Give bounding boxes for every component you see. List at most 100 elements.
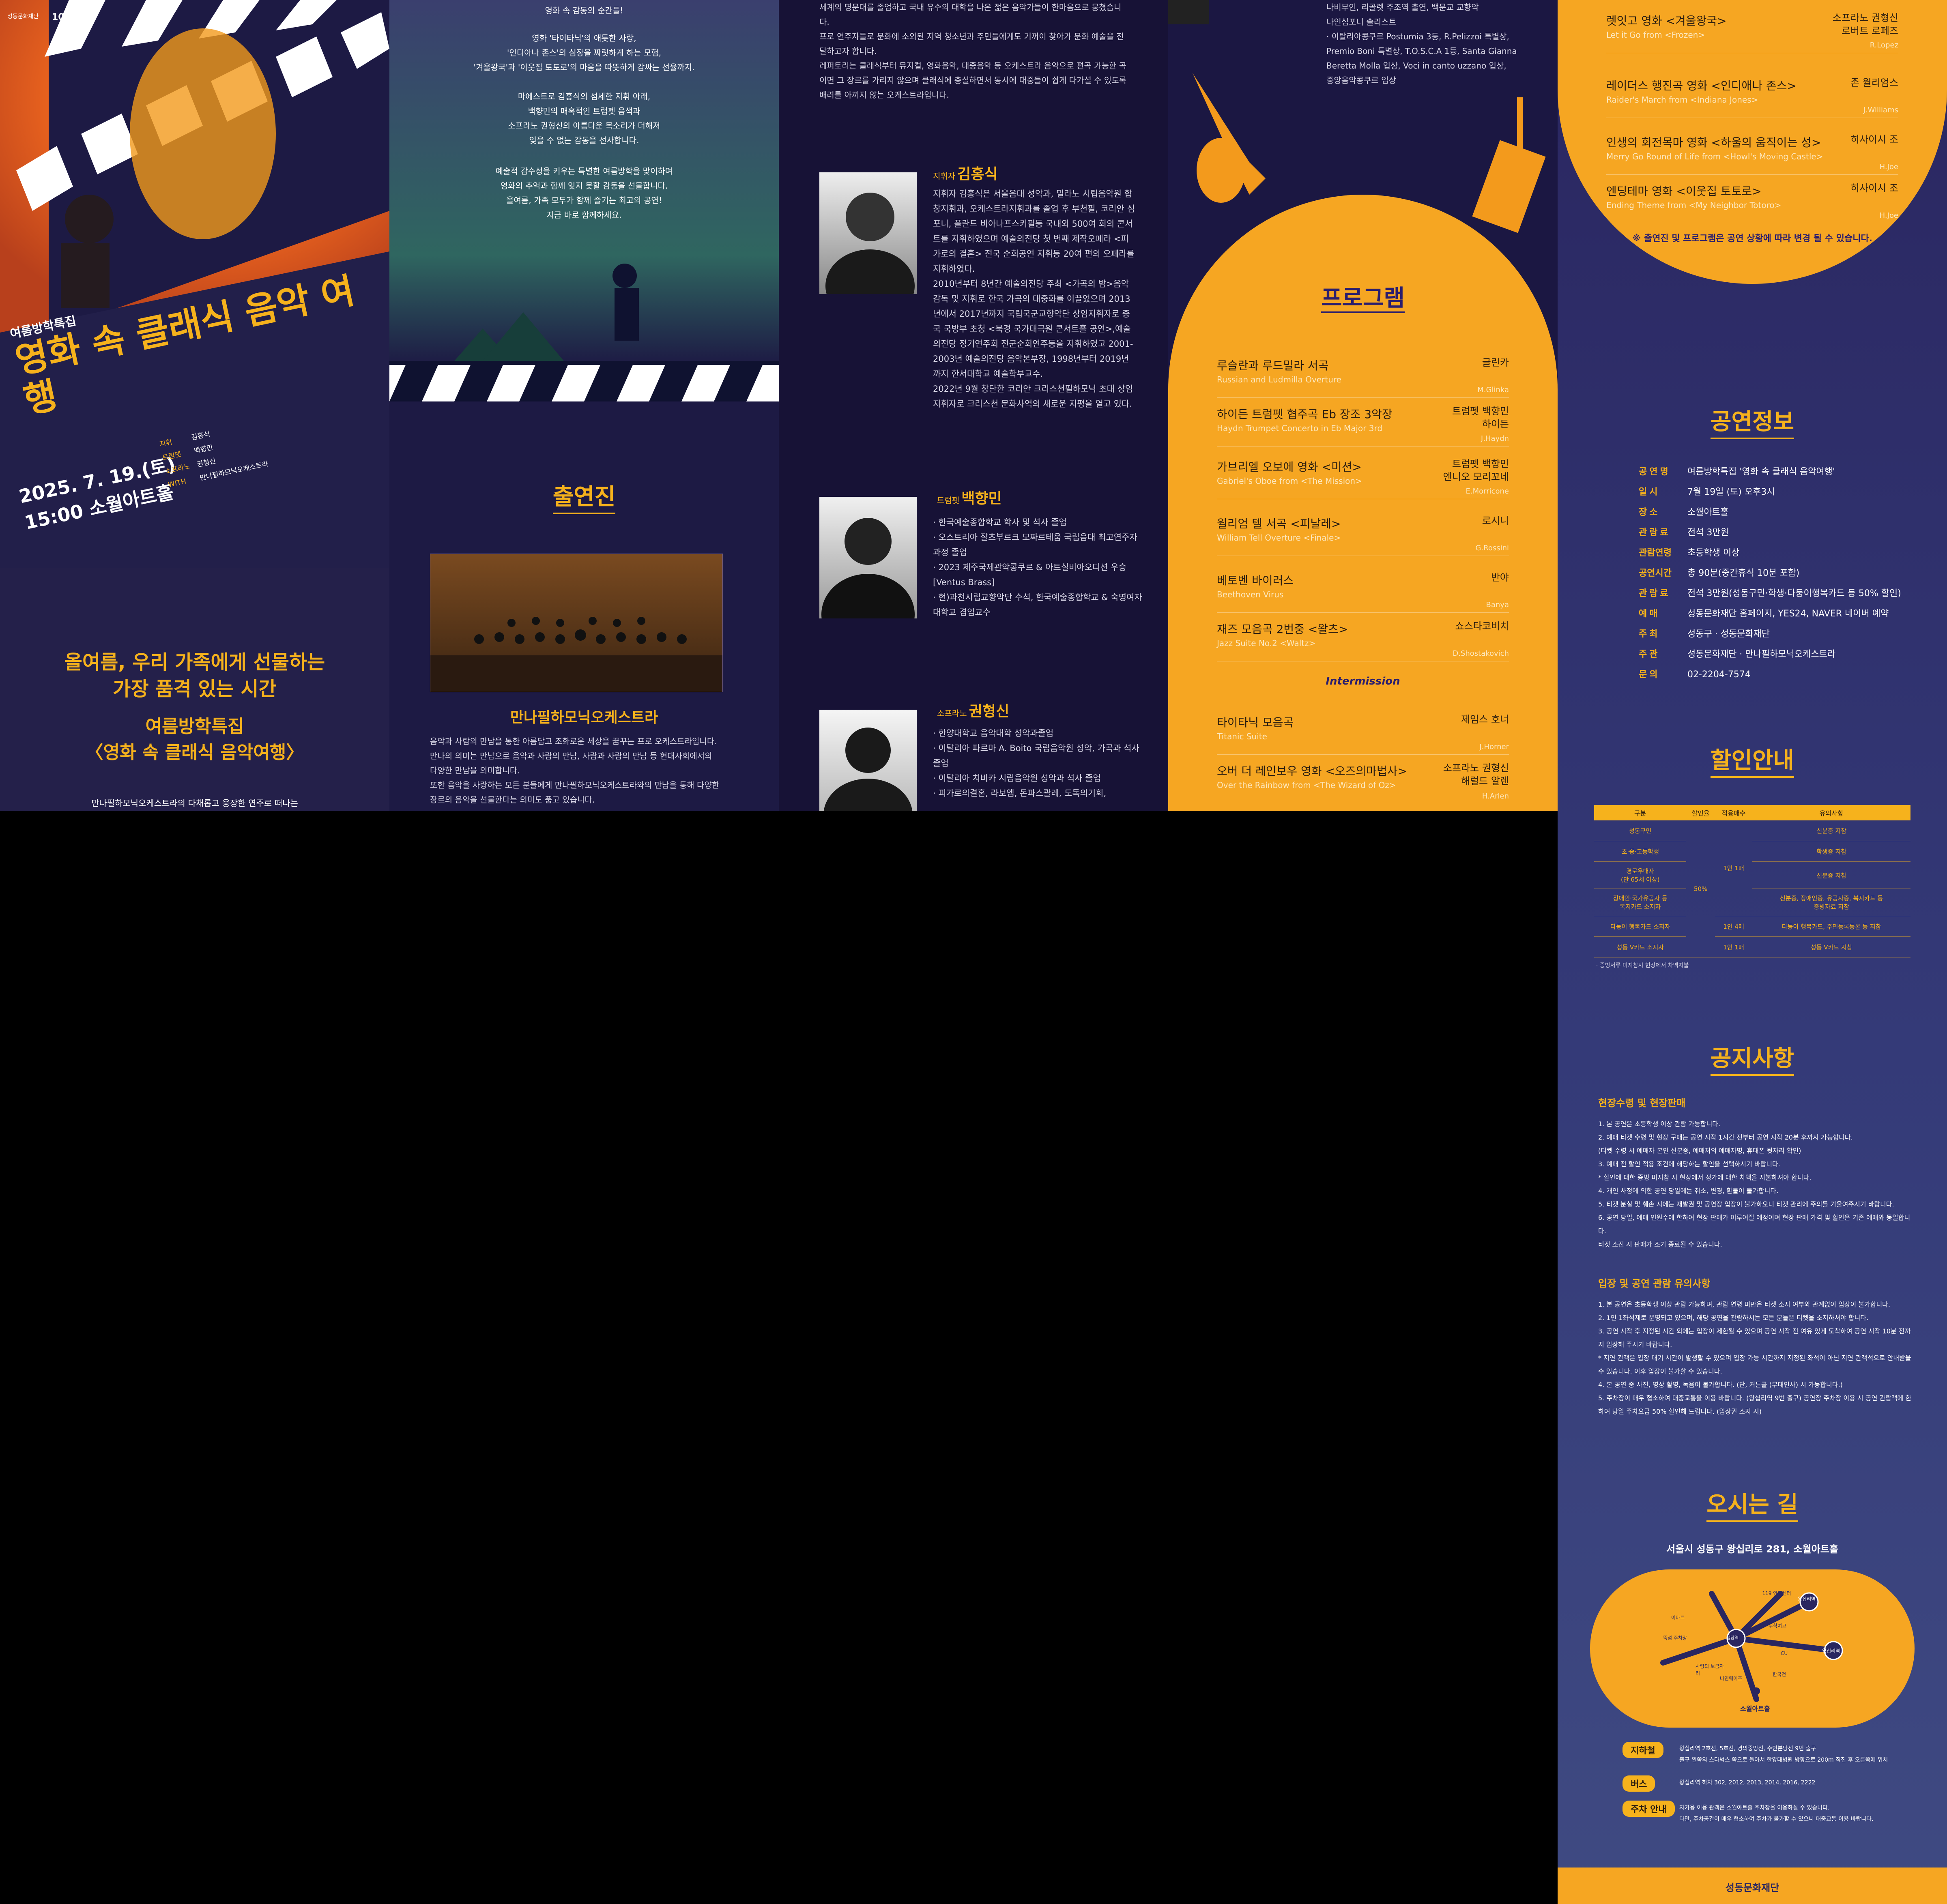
program-item-kr: 하이든 트럼펫 협주곡 Eb 장조 3악장 [1217,408,1393,421]
discount-table: 구분 할인율 적용매수 유의사항 성동구민 50% 1인 1매 신분증 지참 초·중·… [1594,805,1910,957]
program-item-en: Russian and Ludmilla Overture [1217,375,1341,384]
info-row: 주관 성동문화재단 · 만나필하모닉오케스트라 [1639,647,1835,667]
program-item-composer: R.Lopez [1870,41,1898,49]
program-item-en: Gabriel's Oboe from <The Mission> [1217,476,1362,486]
program-item-performer: 소프라노 권형신 해럴드 알렌 [1443,762,1509,787]
discount-row: 다둥이 행복카드 소지자 1인 4매 다둥이 행복카드, 주민등록등본 등 지참 [1594,916,1910,937]
trumpet-heading: 트럼펫 백향민 [937,487,1002,508]
info-key: 관람료 [1639,528,1671,538]
info-value: 02-2204-7574 [1687,670,1751,680]
conductor-photo [819,172,917,322]
discount-cell: 신분증, 장애인증, 유공자증, 복지카드 등 증빙자료 지참 [1752,889,1910,916]
map-station-label: 왕십리역 [1822,1648,1840,1654]
map-label: 무학여고 [1769,1623,1787,1629]
soprano-photo-crop [1168,0,1209,24]
location-title-text: 오시는 길 [1706,1492,1798,1522]
program-item-kr: 윌리엄 텔 서곡 <피날레> [1217,517,1341,530]
info-key: 관람연령 [1639,548,1672,558]
subtitle-line-1: 여름방학특집 [145,716,244,737]
program-item-composer: G.Rossini [1475,544,1509,552]
discount-row: 경로우대자 (만 65세 이상) 신분증 지참 [1594,861,1910,889]
program-item-en: Merry Go Round of Life from <Howl's Movi… [1606,152,1823,161]
tagline-line-2: 가장 품격 있는 시간 [113,678,277,700]
orchestra-photo [430,554,723,692]
info-row: 관람료 전석 3만원(성동구민·학생·다둥이행복카드 등 50% 할인) [1639,586,1901,606]
intro-paragraph-3: 마에스트로 김홍식의 섬세한 지휘 아래, 백향민의 매혹적인 트럼펫 음색과 … [508,92,660,145]
program-title-text: 프로그램 [1321,285,1405,313]
info-key: 일시 [1639,487,1660,497]
intro-line-1: 영화 속 감동의 순간들! [545,6,623,15]
info-value: 초등학생 이상 [1687,548,1740,558]
discount-title: 할인안내 [1558,742,1947,778]
info-row: 관람연령 초등학생 이상 [1639,545,1739,566]
info-key: 공연시간 [1639,568,1672,578]
bus-tag: 버스 [1622,1775,1655,1792]
performers-title-text: 출연진 [552,484,616,514]
discount-header-row: 구분 할인율 적용매수 유의사항 [1594,805,1910,820]
discount-cell: 초·중·고등학생 [1594,841,1687,862]
info-title-text: 공연정보 [1710,409,1794,439]
soprano-bio: · 한양대학교 음악대학 성악과졸업 · 이탈리아 파르마 A. Boito 국… [933,728,1139,798]
info-panel: 렛잇고 영화 <겨울왕국> Let it Go from <Frozen> 소프… [1558,0,1947,1904]
discount-cell: 신분증 지참 [1752,861,1910,889]
program-item-kr: 인생의 회전목마 영화 <하울의 움직이는 성> [1606,136,1821,149]
info-key: 주최 [1639,629,1660,639]
poster-intro: 만나필하모닉오케스트라의 다채롭고 웅장한 연주로 떠나는 [91,799,298,808]
program-item-en: Titanic Suite [1217,732,1267,741]
program-item-composer: J.Haydn [1481,434,1509,443]
info-value: 성동문화재단 홈페이지, YES24, NAVER 네이버 예약 [1687,609,1889,619]
program-item-performer: 히사이시 조 [1850,182,1898,194]
discount-cell: 다둥이 행복카드, 주민등록등본 등 지참 [1752,916,1910,937]
notice-title: 공지사항 [1558,1040,1947,1076]
orchestra-description: 음악과 사람의 만남을 통한 아름답고 조화로운 세상을 꿈꾸는 프로 오케스트… [430,736,720,805]
discount-row: 성동구민 50% 1인 1매 신분증 지참 [1594,820,1910,957]
program-item-composer: J.Williams [1863,106,1898,114]
subway-tag: 지하철 [1622,1742,1663,1758]
info-title: 공연정보 [1558,404,1947,439]
program-item-kr: 가브리엘 오보에 영화 <미션> [1217,460,1362,474]
program-item-performer: 트럼펫 백향민 하이든 [1452,406,1509,430]
info-value: 성동문화재단 · 만나필하모닉오케스트라 [1687,649,1836,659]
footer-logo: 성동문화재단 [1725,1882,1779,1893]
discount-footnote: · 증빙서류 미지참시 현장에서 차액지불 [1596,962,1689,969]
intermission-label: Intermission [1326,675,1400,687]
conductor-name: 김홍식 [957,166,998,182]
performers-title: 출연진 [389,479,779,514]
notice-heading-1: 현장수령 및 현장판매 [1598,1097,1686,1109]
parking-info: 주차 안내 [1622,1801,1675,1817]
subtitle-line-2: 〈영화 속 클래식 음악여행〉 [85,742,304,763]
map-label: 뚝섬 주차장 [1663,1635,1687,1641]
program-item-performer: 존 윌리엄스 [1850,77,1898,88]
info-key: 장소 [1639,507,1660,517]
map-label: 사랑의 보금자리 [1696,1664,1724,1676]
program-item: 타이타닉 모음곡 Titanic Suite 제임스 호너 J.Horner [1217,706,1509,755]
orchestra-name: 만나필하모닉오케스트라 [510,709,658,726]
program-item-kr: 재즈 모음곡 2번중 <왈츠> [1217,623,1348,636]
program-item: 하이든 트럼펫 협주곡 Eb 장조 3악장 Haydn Trumpet Conc… [1217,397,1509,446]
discount-cell: 경로우대자 (만 65세 이상) [1594,861,1687,889]
program-item-kr: 렛잇고 영화 <겨울왕국> [1606,14,1727,28]
map-label: 나인웨이즈 [1720,1676,1743,1681]
program-item-performer: 반야 [1491,572,1509,583]
trumpet-bio: · 한국예술종합학교 학사 및 석사 졸업 · 오스트리아 잘츠부르크 모짜르테… [933,517,1142,617]
intro-paragraph-2: 영화 '타이타닉'의 애틋한 사랑, '인디아나 존스'의 심장을 짜릿하게 하… [473,33,695,72]
program-item: 가브리엘 오보에 영화 <미션> Gabriel's Oboe from <Th… [1217,450,1509,499]
tagline-line-1: 올여름, 우리 가족에게 선물하는 [64,651,325,674]
conductor-role: 지휘자 [933,171,956,181]
program-item-composer: J.Horner [1479,743,1509,751]
info-row: 장소 소월아트홀 [1639,505,1728,525]
program-item-performer: 소프라노 권형신 로버트 로페즈 [1832,12,1898,36]
program-item-en: Ending Theme from <My Neighbor Totoro> [1606,200,1782,210]
program-item-composer: E.Morricone [1466,487,1509,496]
location-title: 오시는 길 [1558,1486,1947,1522]
org-logo: 성동문화재단 [7,13,39,20]
program-item-performer: 쇼스타코비치 [1455,620,1509,632]
discount-cell: 학생증 지참 [1752,841,1910,862]
soprano-heading: 소프라노 권형신 [937,700,1009,721]
info-row: 공연시간 총 90분(중간휴식 10분 포함) [1639,566,1799,586]
map-label: 한국전 [1773,1672,1786,1677]
parking-tag: 주차 안내 [1622,1801,1675,1817]
soprano-photo [819,710,917,811]
discount-cell: 성동 V카드 지참 [1752,936,1910,957]
map: 119 안전센터 왕십리역 왕십리역 이마트 뚝섬 주차장 무학여고 CU 행당… [1590,1569,1915,1728]
